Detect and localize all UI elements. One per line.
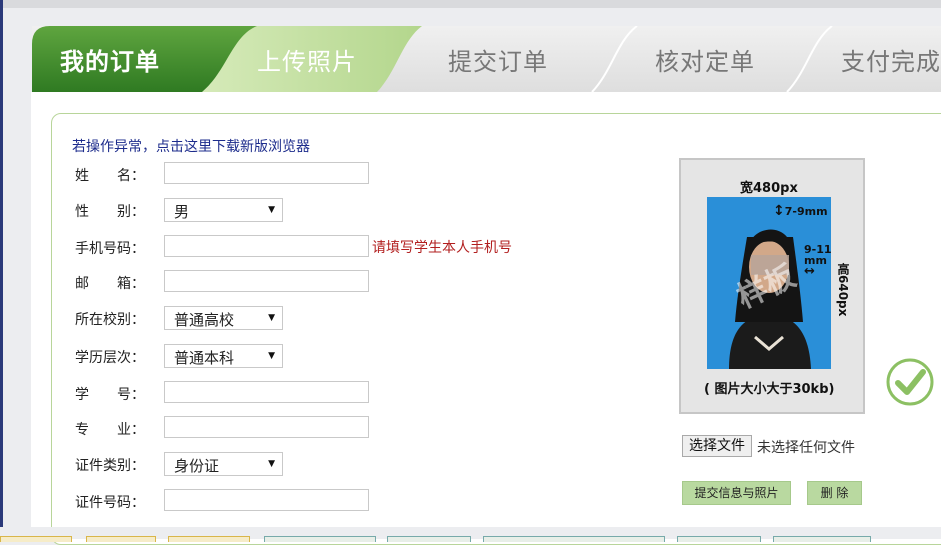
top-margin-label: ↕7-9mm (773, 203, 828, 219)
gender-label: 性 别： (75, 204, 145, 220)
id-no-input[interactable] (164, 489, 369, 511)
bottom-tab[interactable] (168, 536, 250, 542)
email-input[interactable] (164, 270, 369, 292)
left-edge (0, 0, 3, 539)
top-margin-value: 7-9mm (784, 205, 828, 218)
delete-button[interactable]: 删 除 (807, 481, 862, 505)
bottom-tab[interactable] (86, 536, 156, 542)
submit-photo-button[interactable]: 提交信息与照片 (682, 481, 791, 505)
id-type-value: 身份证 (174, 457, 220, 475)
photo-size-caption: ( 图片大小大于30kb) (704, 382, 835, 397)
top-strip (3, 0, 941, 8)
gender-value: 男 (174, 203, 190, 221)
bottom-tab[interactable] (483, 536, 665, 542)
step-check-order[interactable]: 核对定单 (655, 42, 755, 77)
phone-hint: 请填写学生本人手机号 (372, 240, 512, 256)
chevron-down-icon: ▼ (268, 313, 275, 323)
phone-input[interactable] (164, 235, 369, 257)
step-payment-done[interactable]: 支付完成 (841, 42, 941, 77)
side-margin-label: 9-11 mm ↔ (804, 243, 832, 279)
edu-level-select[interactable]: 普通本科 ▼ (164, 344, 283, 368)
photo-width-label: 宽480px (740, 181, 798, 196)
email-label: 邮 箱： (75, 276, 145, 292)
id-type-select[interactable]: 身份证 ▼ (164, 452, 283, 476)
name-input[interactable] (164, 162, 369, 184)
page: 我的订单 上传照片 提交订单 核对定单 支付完成 若操作异常，点击这里下载新版浏… (0, 0, 941, 545)
id-no-label: 证件号码： (75, 495, 145, 511)
no-file-text: 未选择任何文件 (757, 440, 855, 456)
student-no-input[interactable] (164, 381, 369, 403)
gender-select[interactable]: 男 ▼ (164, 198, 283, 222)
school-type-value: 普通高校 (174, 311, 235, 329)
check-icon (886, 358, 934, 406)
edu-level-value: 普通本科 (174, 349, 235, 367)
bottom-tab[interactable] (264, 536, 376, 542)
id-type-label: 证件类别： (75, 458, 145, 474)
bottom-tab[interactable] (677, 536, 761, 542)
browser-download-link[interactable]: 若操作异常，点击这里下载新版浏览器 (72, 136, 310, 156)
chevron-down-icon: ▼ (268, 351, 275, 361)
bottom-tab[interactable] (387, 536, 471, 542)
step-upload-photo[interactable]: 上传照片 (257, 42, 357, 77)
school-type-label: 所在校别： (75, 312, 145, 328)
bottom-tab[interactable] (773, 536, 871, 542)
name-label: 姓 名： (75, 168, 145, 184)
major-label: 专 业： (75, 422, 145, 438)
school-type-select[interactable]: 普通高校 ▼ (164, 306, 283, 330)
phone-label: 手机号码： (75, 241, 145, 257)
bottom-tab[interactable] (0, 536, 72, 542)
step-progress-bar: 我的订单 上传照片 提交订单 核对定单 支付完成 (32, 26, 941, 92)
chevron-down-icon: ▼ (268, 459, 275, 469)
student-no-label: 学 号： (75, 387, 145, 403)
chevron-down-icon: ▼ (268, 205, 275, 215)
major-input[interactable] (164, 416, 369, 438)
step-submit-order[interactable]: 提交订单 (448, 42, 548, 77)
photo-height-label: 高640px (836, 263, 850, 317)
edu-level-label: 学历层次： (75, 350, 145, 366)
step-my-order[interactable]: 我的订单 (60, 42, 160, 77)
choose-file-button[interactable]: 选择文件 (682, 435, 752, 457)
